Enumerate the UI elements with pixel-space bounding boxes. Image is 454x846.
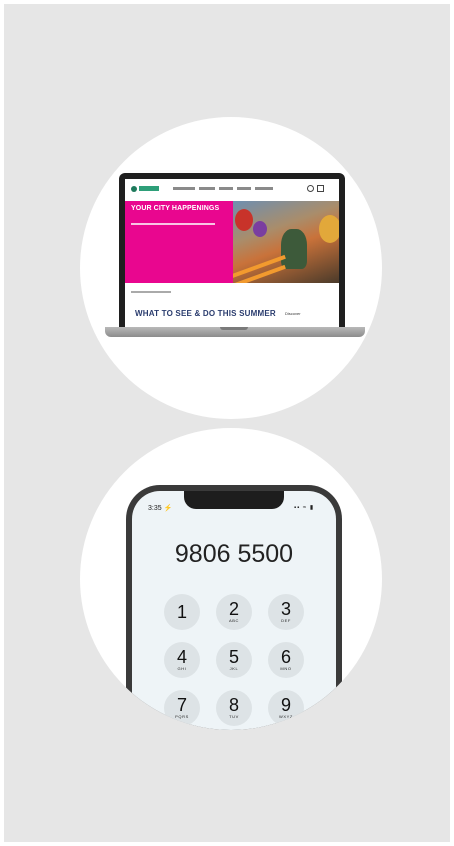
nav-link [237, 187, 251, 190]
hero-title: YOUR CITY HAPPENINGS [131, 205, 220, 212]
key-letters: MNO [280, 666, 292, 671]
key-letters: WXYZ [279, 714, 293, 719]
keypad-key-9[interactable]: 9 WXYZ [268, 690, 304, 726]
key-digit: 9 [280, 695, 291, 715]
keypad-key-1[interactable]: 1 [164, 594, 200, 630]
key-digit: 7 [176, 695, 187, 715]
menu-icon [317, 185, 324, 192]
hero-subtitle-line [131, 223, 215, 225]
page-body [125, 283, 339, 327]
keypad-key-8[interactable]: 8 TUV [216, 690, 252, 726]
nav-link [173, 187, 195, 190]
discover-link[interactable]: Discover [285, 311, 301, 316]
logo-wordmark [139, 186, 159, 191]
balloon-image [319, 215, 339, 243]
laptop-screen: YOUR CITY HAPPENINGS WHAT TO SEE & DO TH… [119, 173, 345, 327]
key-letters: ABC [228, 618, 240, 623]
phone-notch [184, 491, 284, 509]
hero-banner: YOUR CITY HAPPENINGS [125, 201, 233, 283]
keypad-key-5[interactable]: 5 JKL [216, 642, 252, 678]
key-digit: 4 [176, 647, 187, 667]
key-letters: DEF [281, 618, 291, 623]
section-title: WHAT TO SEE & DO THIS SUMMER [135, 309, 276, 318]
nav-link [219, 187, 233, 190]
laptop-notch [220, 327, 248, 330]
key-digit: 2 [228, 599, 239, 619]
website-preview: YOUR CITY HAPPENINGS WHAT TO SEE & DO TH… [125, 179, 339, 327]
nav-link [199, 187, 215, 190]
status-icons: ▪▪ ≈ ▮ [294, 505, 315, 511]
key-digit: 3 [280, 599, 291, 619]
keypad-key-6[interactable]: 6 MNO [268, 642, 304, 678]
dialed-number: 9806 5500 [174, 540, 294, 568]
key-letters: PQRS [175, 714, 189, 719]
key-digit: 1 [176, 602, 187, 622]
key-letters: TUV [229, 714, 239, 719]
key-digit: 6 [280, 647, 291, 667]
status-time: 3:35 ⚡ [148, 505, 173, 512]
key-letters: GHI [177, 666, 187, 671]
balloon-image [253, 221, 267, 237]
logo-icon [131, 186, 137, 192]
keypad-key-7[interactable]: 7 PQRS [164, 690, 200, 726]
key-digit: 5 [228, 647, 239, 667]
nav-link [255, 187, 273, 190]
search-icon [307, 185, 314, 192]
key-digit: 8 [228, 695, 239, 715]
balloon-image [235, 209, 253, 231]
breadcrumb [131, 291, 171, 293]
phone-circle: 3:35 ⚡ ▪▪ ≈ ▮ 9806 5500 1 2 ABC 3 DEF 4 … [80, 428, 382, 730]
site-nav-bar [125, 179, 339, 202]
key-letters: JKL [229, 666, 239, 671]
laptop-circle: YOUR CITY HAPPENINGS WHAT TO SEE & DO TH… [80, 117, 382, 419]
keypad-key-4[interactable]: 4 GHI [164, 642, 200, 678]
people-image [281, 229, 307, 269]
keypad-key-3[interactable]: 3 DEF [268, 594, 304, 630]
hero-photo [233, 201, 339, 283]
keypad-key-2[interactable]: 2 ABC [216, 594, 252, 630]
background-panel: YOUR CITY HAPPENINGS WHAT TO SEE & DO TH… [4, 4, 450, 842]
